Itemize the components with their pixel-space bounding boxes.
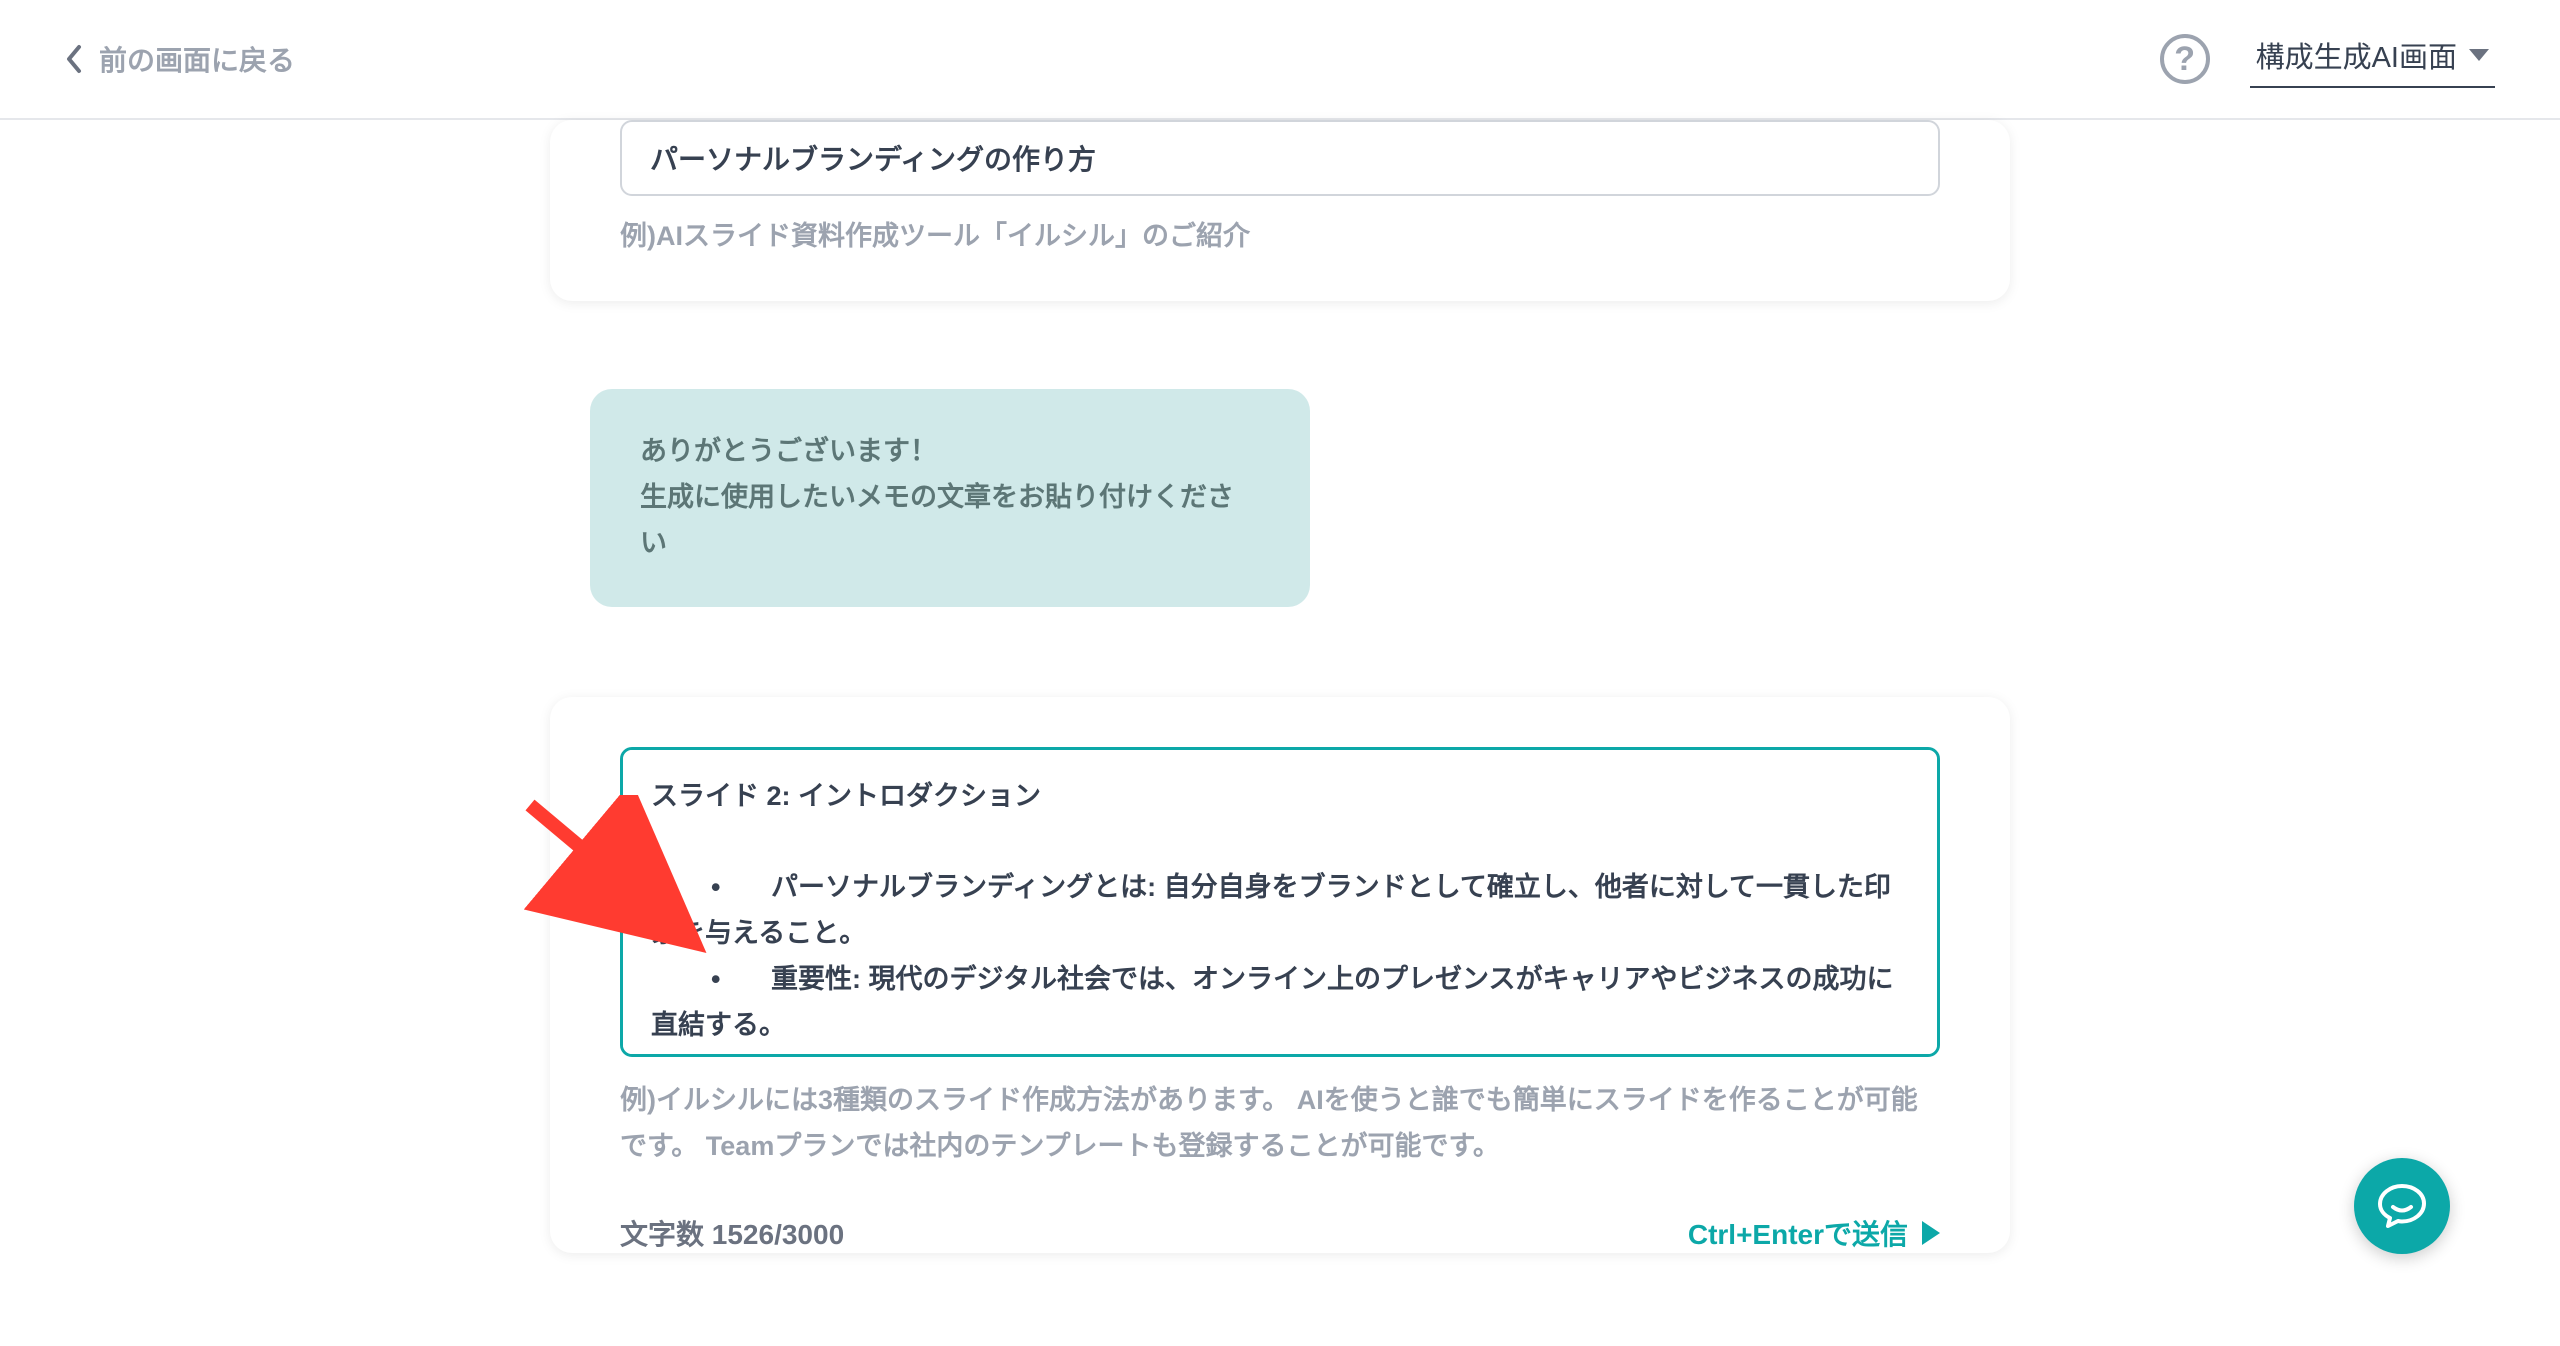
- back-label: 前の画面に戻る: [99, 39, 295, 79]
- memo-textarea[interactable]: [620, 747, 1940, 1057]
- memo-footer-row: 文字数 1526/3000 Ctrl+Enterで送信: [620, 1213, 1940, 1253]
- chat-support-button[interactable]: [2354, 1158, 2450, 1254]
- ai-message-bubble: ありがとうございます！ 生成に使用したいメモの文章をお貼り付けください: [590, 389, 1310, 607]
- back-button[interactable]: 前の画面に戻る: [65, 39, 295, 79]
- app-header: 前の画面に戻る ? 構成生成AI画面: [0, 0, 2560, 120]
- title-card: 例)AIスライド資料作成ツール「イルシル」のご紹介: [550, 120, 2010, 301]
- title-example-text: 例)AIスライド資料作成ツール「イルシル」のご紹介: [620, 214, 1940, 253]
- submit-button[interactable]: Ctrl+Enterで送信: [1688, 1213, 1940, 1253]
- chat-icon: [2376, 1180, 2428, 1232]
- title-input[interactable]: [620, 120, 1940, 196]
- char-count-label: 文字数 1526/3000: [620, 1213, 844, 1253]
- help-label: ?: [2174, 40, 2195, 79]
- screen-selector-label: 構成生成AI画面: [2256, 34, 2457, 76]
- memo-card: 例)イルシルには3種類のスライド作成方法があります。 AIを使うと誰でも簡単にス…: [550, 697, 2010, 1254]
- caret-down-icon: [2469, 49, 2489, 61]
- ai-message-line1: ありがとうございます！: [640, 429, 1260, 475]
- main-content: 例)AIスライド資料作成ツール「イルシル」のご紹介 ありがとうございます！ 生成…: [0, 120, 2560, 1253]
- header-right: ? 構成生成AI画面: [2160, 30, 2495, 88]
- ai-message-line2: 生成に使用したいメモの文章をお貼り付けください: [640, 475, 1260, 567]
- chevron-left-icon: [65, 44, 83, 74]
- submit-label: Ctrl+Enterで送信: [1688, 1213, 1908, 1253]
- play-icon: [1922, 1221, 1940, 1245]
- memo-example-text: 例)イルシルには3種類のスライド作成方法があります。 AIを使うと誰でも簡単にス…: [620, 1078, 1940, 1170]
- screen-selector-dropdown[interactable]: 構成生成AI画面: [2250, 30, 2495, 88]
- help-icon[interactable]: ?: [2160, 34, 2210, 84]
